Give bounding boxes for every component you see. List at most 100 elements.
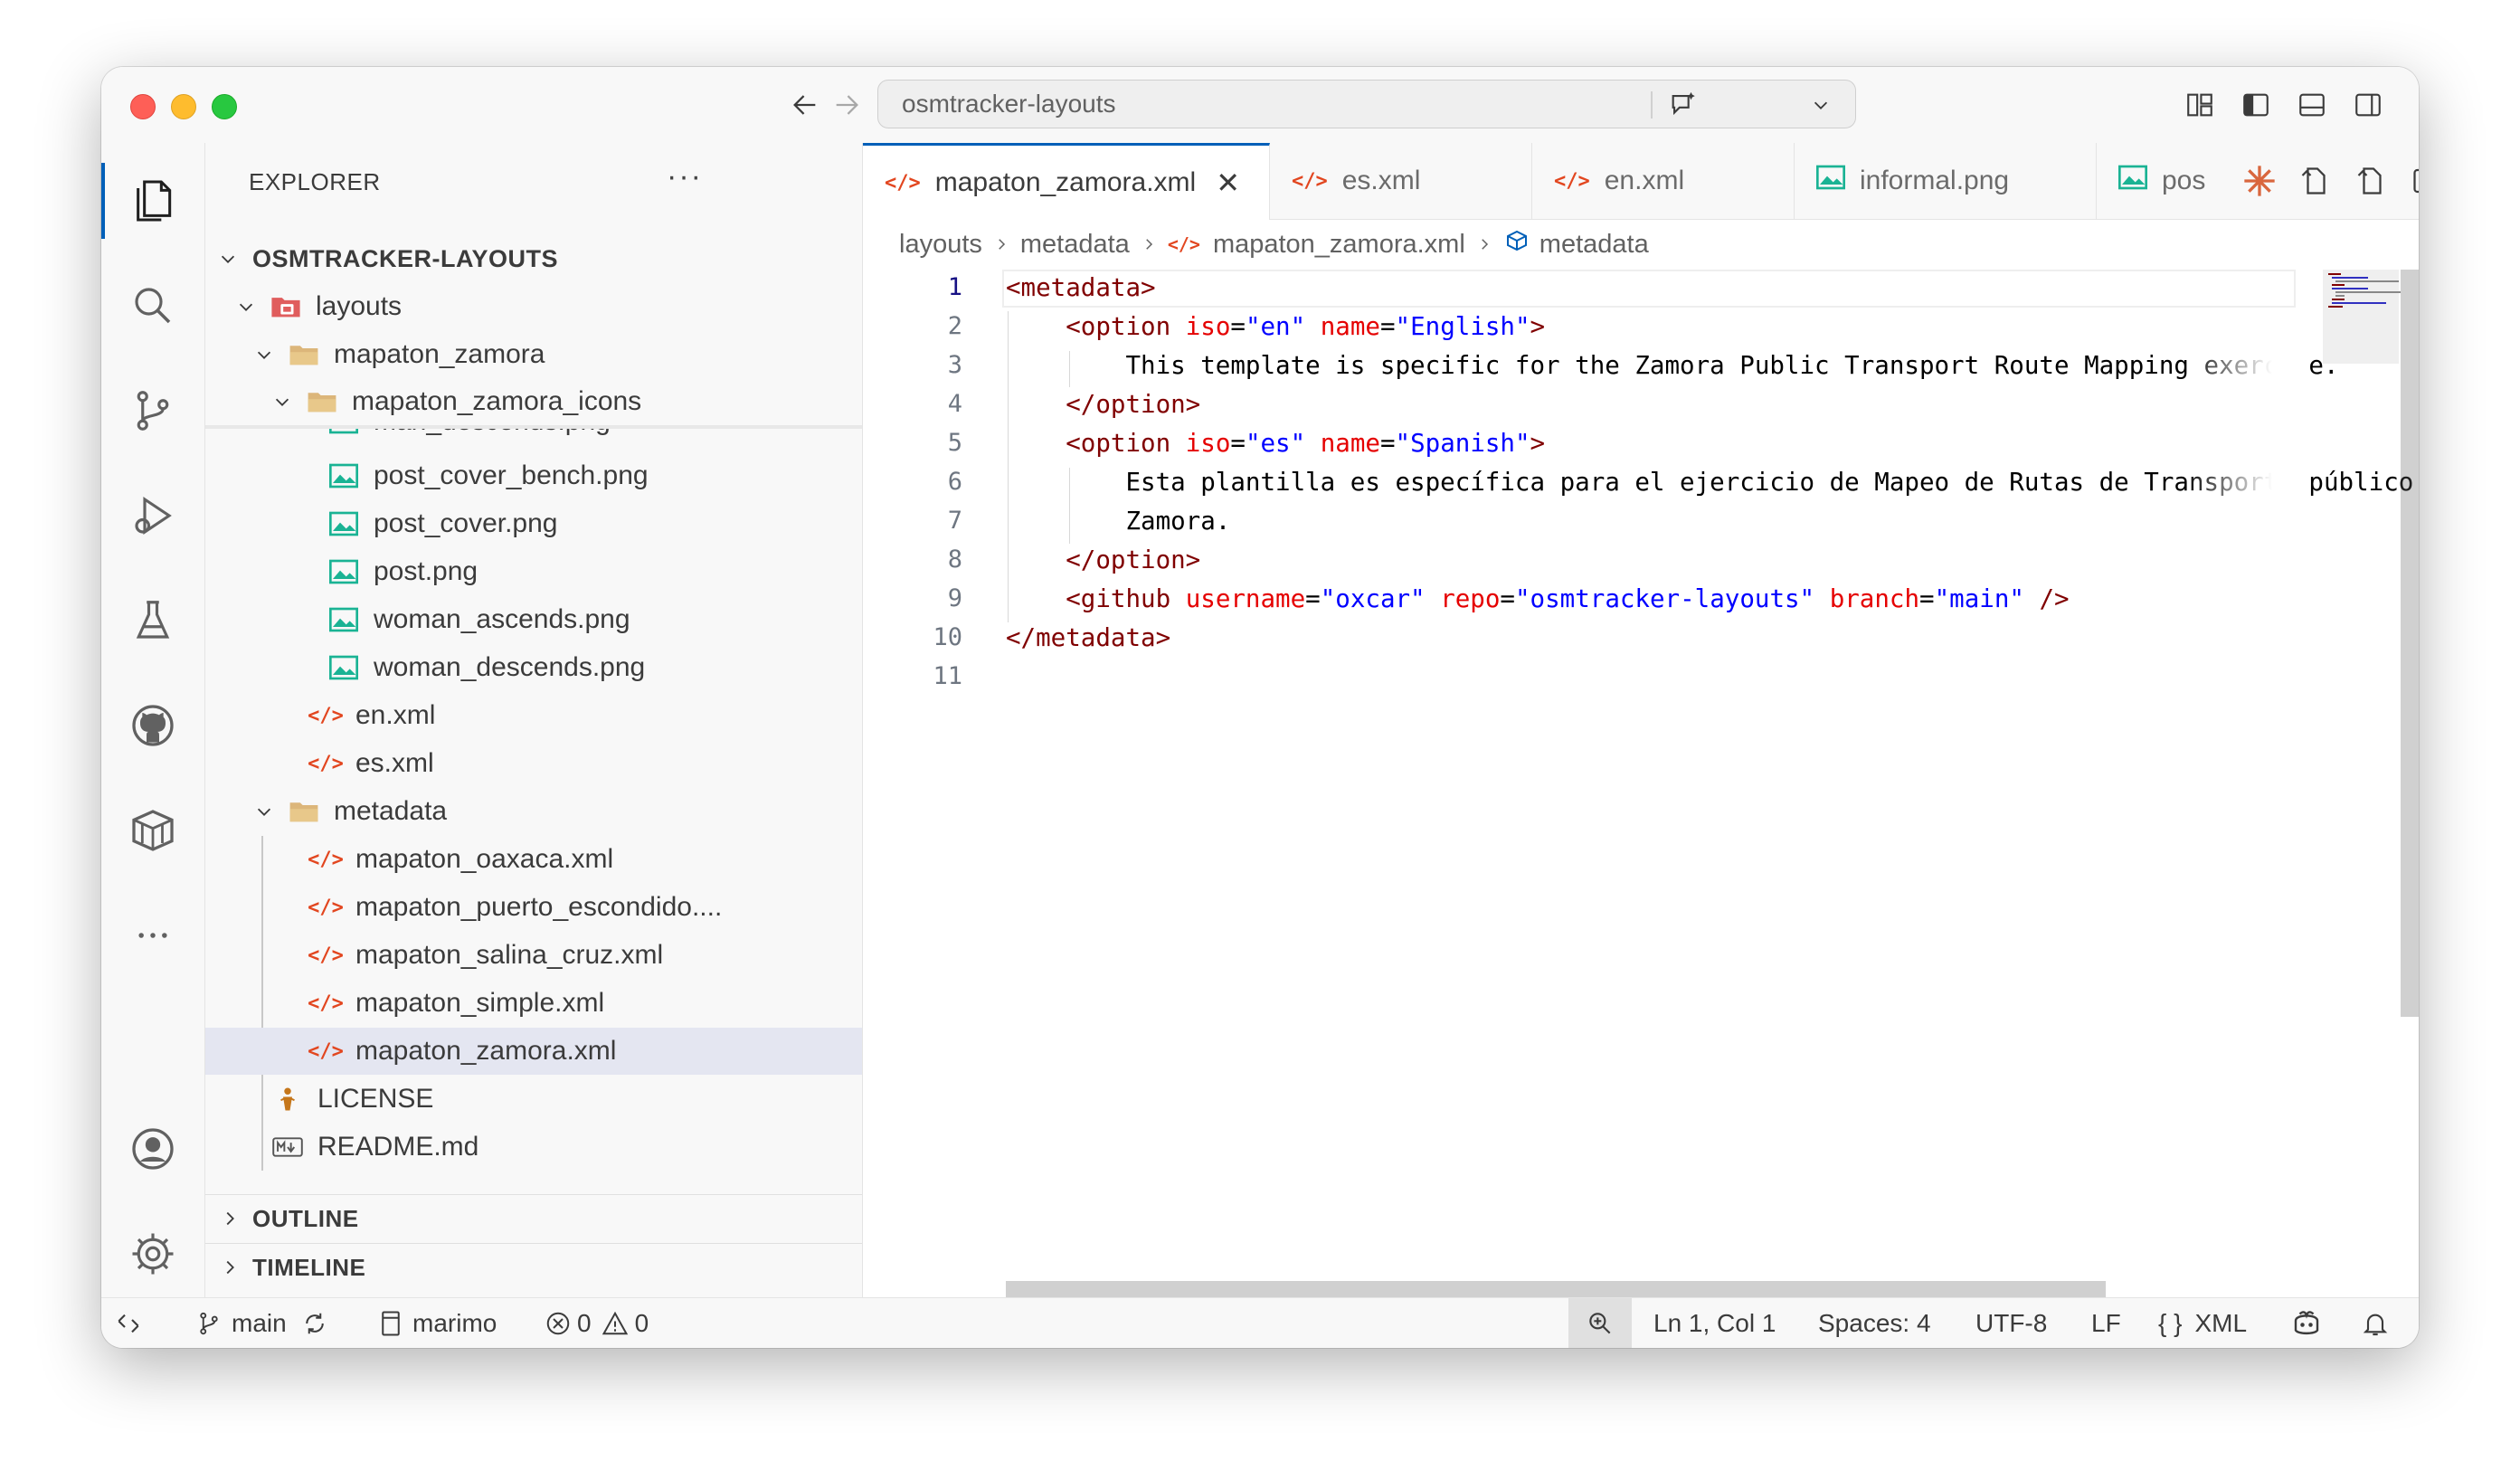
run-debug-button[interactable]: [101, 470, 204, 561]
tab-label: informal.png: [1860, 166, 2010, 195]
breadcrumb-item[interactable]: metadata: [1020, 230, 1130, 260]
folder-layouts[interactable]: layouts: [205, 283, 862, 330]
open-changes-icon[interactable]: [2287, 165, 2343, 197]
xml-tag: >: [1530, 312, 1546, 341]
breadcrumb: layouts metadata </> mapaton_zamora.xml …: [863, 219, 2419, 270]
remote-indicator[interactable]: [114, 1298, 143, 1348]
open-file-icon[interactable]: [2343, 165, 2399, 197]
manage-button[interactable]: [101, 1209, 204, 1299]
chevron-down-icon[interactable]: [1803, 87, 1839, 123]
vertical-scrollbar[interactable]: [2401, 270, 2419, 1017]
search-button[interactable]: [101, 261, 204, 351]
layout-folder-icon: [270, 293, 301, 320]
timeline-label: TIMELINE: [252, 1253, 366, 1281]
gear-icon: [132, 1233, 174, 1275]
split-editor-icon[interactable]: [2399, 165, 2419, 197]
file-readme[interactable]: README.md: [205, 1124, 862, 1171]
kernel-status[interactable]: marimo: [378, 1298, 497, 1348]
horizontal-scrollbar[interactable]: [1006, 1281, 2106, 1297]
forward-button[interactable]: [827, 85, 867, 125]
problems-status[interactable]: 0 0: [545, 1298, 649, 1348]
chat-sparkle-icon[interactable]: [1665, 87, 1701, 123]
notifications-button[interactable]: [2361, 1298, 2390, 1348]
breadcrumb-item[interactable]: layouts: [899, 230, 982, 260]
file-label: mapaton_puerto_escondido....: [355, 892, 723, 922]
more-views-button[interactable]: [101, 890, 204, 981]
file-woman-ascends[interactable]: woman_ascends.png: [205, 596, 862, 643]
sidebar-more-actions[interactable]: ···: [667, 159, 703, 194]
error-count: 0: [577, 1309, 592, 1337]
tab-pos[interactable]: pos: [2097, 143, 2232, 219]
breadcrumb-item[interactable]: mapaton_zamora.xml: [1213, 230, 1465, 260]
code-editor[interactable]: 1 2 3 4 5 6 7 8 9 10 11 <metadata> <opti…: [863, 270, 2419, 1297]
outline-label: OUTLINE: [252, 1204, 359, 1232]
branch-status[interactable]: main: [195, 1298, 328, 1348]
command-center[interactable]: osmtracker-layouts: [877, 80, 1856, 128]
language-status[interactable]: { } XML: [2158, 1298, 2247, 1348]
tab-es-xml[interactable]: </> es.xml: [1270, 143, 1532, 219]
file-post[interactable]: post.png: [205, 548, 862, 595]
tab-mapaton-zamora[interactable]: </> mapaton_zamora.xml ✕: [863, 143, 1270, 220]
file-mapaton-oaxaca[interactable]: </> mapaton_oaxaca.xml: [205, 836, 862, 883]
file-mapaton-simple[interactable]: </> mapaton_simple.xml: [205, 980, 862, 1027]
tab-label: es.xml: [1341, 166, 1421, 195]
line-number: 1: [947, 273, 962, 301]
file-post-cover[interactable]: post_cover.png: [205, 500, 862, 547]
code-line-10: </metadata>: [1006, 623, 1170, 652]
workspace-root[interactable]: OSMTRACKER-LAYOUTS: [205, 235, 862, 282]
xml-tag: </metadata>: [1006, 623, 1171, 652]
xml-tag: />: [2039, 584, 2070, 613]
line-number: 6: [947, 468, 962, 496]
github-button[interactable]: [101, 680, 204, 771]
chevron-down-icon: [234, 297, 258, 317]
back-button[interactable]: [785, 85, 825, 125]
outline-section[interactable]: OUTLINE: [205, 1194, 862, 1242]
current-line-highlight: [1002, 270, 2296, 308]
encoding-status[interactable]: UTF-8: [1975, 1298, 2047, 1348]
file-es-xml[interactable]: </> es.xml: [205, 740, 862, 787]
source-control-button[interactable]: [101, 365, 204, 456]
cursor-position[interactable]: Ln 1, Col 1: [1653, 1298, 1776, 1348]
testing-button[interactable]: [101, 575, 204, 666]
line-number: 5: [947, 429, 962, 457]
toggle-panel-icon[interactable]: [2292, 85, 2332, 125]
folder-mapaton-zamora[interactable]: mapaton_zamora: [205, 331, 862, 378]
zoom-indicator[interactable]: [1568, 1298, 1632, 1348]
breadcrumb-item[interactable]: metadata: [1539, 230, 1649, 260]
file-mapaton-puerto-escondido[interactable]: </> mapaton_puerto_escondido....: [205, 884, 862, 931]
file-mapaton-salina-cruz[interactable]: </> mapaton_salina_cruz.xml: [205, 932, 862, 979]
claude-sparkle-icon[interactable]: [2232, 163, 2287, 199]
close-window-button[interactable]: [130, 94, 156, 119]
maximize-window-button[interactable]: [212, 94, 237, 119]
xml-value: "main": [1934, 584, 2024, 613]
xml-file-icon: </>: [308, 848, 344, 871]
file-en-xml[interactable]: </> en.xml: [205, 692, 862, 739]
arrow-right-icon: [836, 95, 858, 115]
toggle-primary-sidebar-icon[interactable]: [2236, 85, 2276, 125]
line-number: 2: [947, 312, 962, 340]
eol-status[interactable]: LF: [2091, 1298, 2121, 1348]
file-post-cover-bench[interactable]: post_cover_bench.png: [205, 452, 862, 499]
file-partial[interactable]: man_descends.png: [205, 429, 862, 445]
xml-tag: </option>: [1066, 546, 1201, 574]
accounts-button[interactable]: [101, 1104, 204, 1194]
timeline-section[interactable]: TIMELINE: [205, 1243, 862, 1291]
minimize-window-button[interactable]: [171, 94, 196, 119]
file-mapaton-zamora-selected[interactable]: </> mapaton_zamora.xml: [205, 1028, 862, 1075]
file-woman-descends[interactable]: woman_descends.png: [205, 644, 862, 691]
folder-mapaton-zamora-icons[interactable]: mapaton_zamora_icons: [205, 378, 862, 425]
tab-informal-png[interactable]: informal.png: [1795, 143, 2097, 219]
copilot-status[interactable]: [2290, 1298, 2323, 1348]
tab-en-xml[interactable]: </> en.xml: [1532, 143, 1795, 219]
xml-attr: name: [1320, 312, 1380, 341]
editor-actions: ···: [2232, 143, 2419, 219]
file-license[interactable]: LICENSE: [205, 1076, 862, 1123]
close-icon[interactable]: ✕: [1216, 166, 1240, 200]
customize-layout-icon[interactable]: [2180, 85, 2220, 125]
toggle-secondary-sidebar-icon[interactable]: [2348, 85, 2388, 125]
remote-explorer-button[interactable]: [101, 785, 204, 876]
explorer-button[interactable]: [101, 156, 204, 246]
tab-label: pos: [2162, 166, 2206, 195]
indentation-status[interactable]: Spaces: 4: [1818, 1298, 1931, 1348]
folder-metadata[interactable]: metadata: [205, 788, 862, 835]
